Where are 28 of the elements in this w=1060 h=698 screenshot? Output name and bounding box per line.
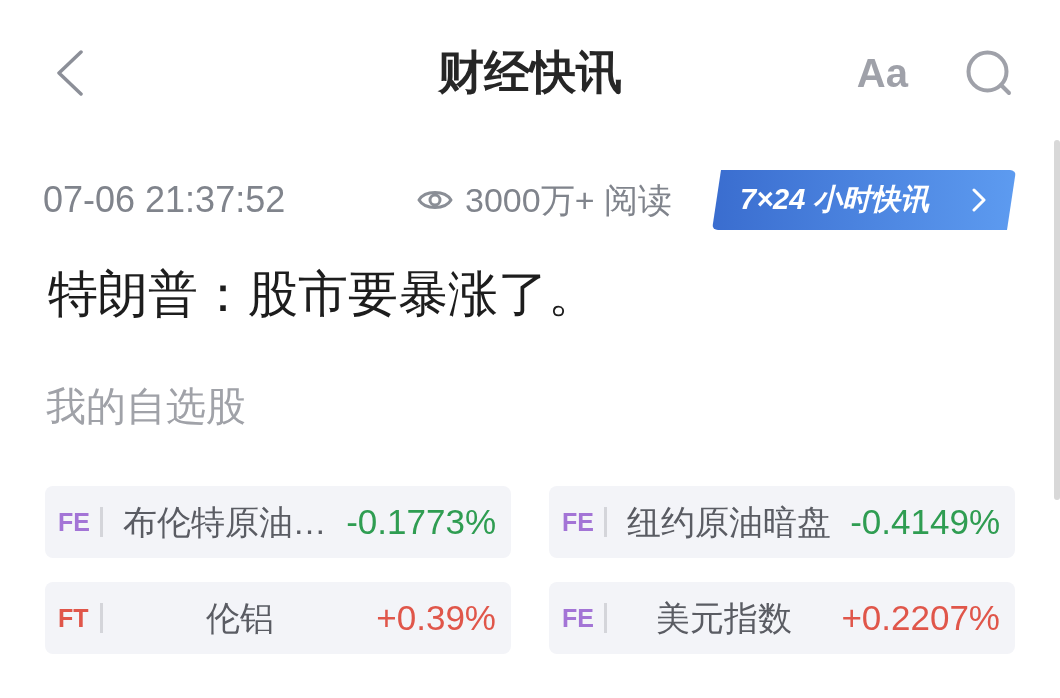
back-icon xyxy=(56,50,84,96)
quote-name: 纽约原油暗盘 xyxy=(625,501,832,543)
market-tag: FE xyxy=(562,605,596,631)
market-tag: FT xyxy=(58,605,92,631)
market-tag: FE xyxy=(562,509,596,535)
quote-card[interactable]: FT 伦铝 +0.39% xyxy=(45,582,511,654)
price-change: +0.2207% xyxy=(841,596,1000,639)
timestamp: 07-06 21:37:52 xyxy=(43,178,286,222)
market-tag: FE xyxy=(58,509,92,535)
quote-name: 伦铝 xyxy=(204,597,275,639)
scrollbar[interactable] xyxy=(1054,140,1060,500)
headline-text: 特朗普：股市要暴涨了。 xyxy=(48,265,599,324)
quote-card[interactable]: FE 纽约原油暗盘 -0.4149% xyxy=(549,486,1015,558)
price-change: +0.39% xyxy=(376,596,496,639)
quote-name: 美元指数 xyxy=(655,597,794,639)
price-change: -0.1773% xyxy=(346,500,496,543)
search-button[interactable] xyxy=(966,50,1012,96)
live-news-button[interactable]: 7×24 小时快讯 xyxy=(712,170,1016,230)
quote-name: 布伦特原油… xyxy=(121,501,328,543)
search-icon xyxy=(966,50,1012,96)
chevron-right-icon xyxy=(972,188,986,212)
quote-card[interactable]: FE 美元指数 +0.2207% xyxy=(549,582,1015,654)
page-title: 财经快讯 xyxy=(438,45,622,101)
price-change: -0.4149% xyxy=(850,500,1000,543)
back-button[interactable] xyxy=(56,50,84,96)
section-title: 我的自选股 xyxy=(46,383,247,430)
view-count: 3000万+ 阅读 xyxy=(465,179,672,221)
quote-card[interactable]: FE 布伦特原油… -0.1773% xyxy=(45,486,511,558)
